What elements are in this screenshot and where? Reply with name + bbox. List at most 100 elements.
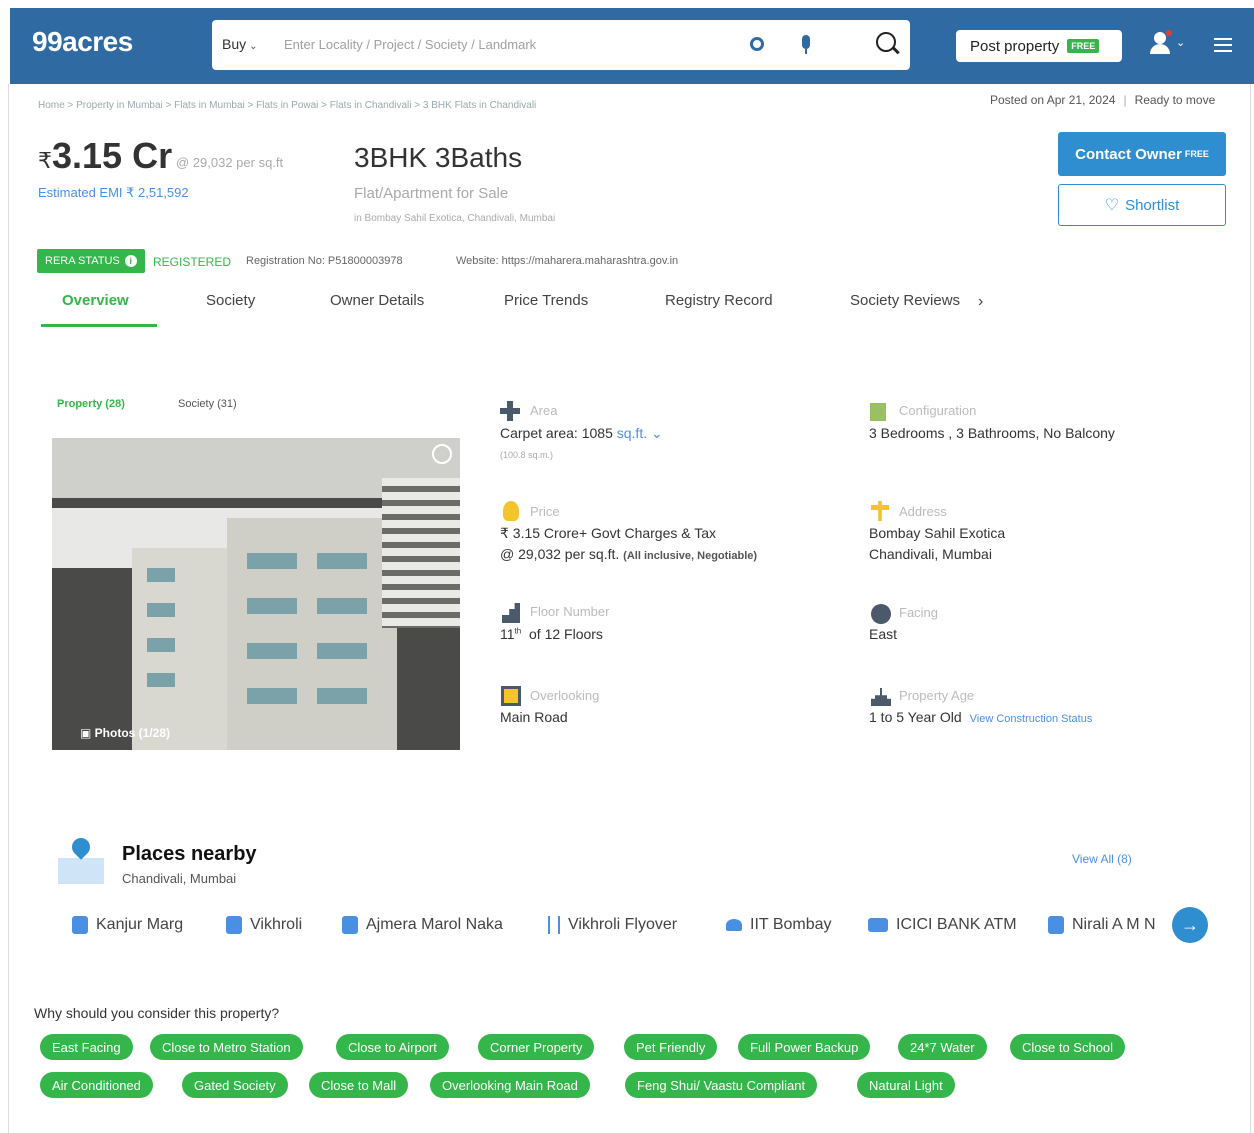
- configuration-icon: [870, 403, 886, 421]
- top-header: 99acres Buy ⌄ Enter Locality / Project / …: [10, 8, 1254, 84]
- tab-registry-record[interactable]: Registry Record: [665, 292, 773, 309]
- place-item[interactable]: Vikhroli Flyover: [548, 916, 677, 934]
- view-all-places-link[interactable]: View All (8): [1072, 852, 1132, 866]
- buy-label: Buy: [222, 36, 247, 52]
- place-item[interactable]: Nirali A M N: [1048, 916, 1156, 934]
- property-age-value: 1 to 5 Year Old View Construction Status: [869, 709, 1092, 725]
- rera-badge-label: RERA STATUS: [45, 255, 120, 267]
- feature-chip: Corner Property: [478, 1034, 595, 1060]
- price-value: ₹ 3.15 Crore+ Govt Charges & Tax: [500, 525, 717, 541]
- overlooking-label: Overlooking: [530, 688, 600, 703]
- heart-icon: ♡: [1104, 197, 1120, 214]
- breadcrumb[interactable]: Home > Property in Mumbai > Flats in Mum…: [38, 100, 536, 111]
- area-sqm: (100.8 sq.m.): [500, 450, 554, 460]
- tab-society-reviews[interactable]: Society Reviews: [850, 292, 960, 309]
- shortlist-label: Shortlist: [1125, 196, 1180, 214]
- place-item[interactable]: IIT Bombay: [726, 916, 832, 934]
- price-per-sqft: @ 29,032 per sq.ft: [176, 155, 284, 170]
- listing-price: ₹3.15 Cr: [38, 135, 172, 177]
- user-icon[interactable]: [1150, 30, 1172, 54]
- post-property-label: Post property: [970, 37, 1060, 55]
- construction-status-link[interactable]: View Construction Status: [970, 713, 1093, 725]
- place-item[interactable]: Kanjur Marg: [72, 916, 183, 934]
- tab-owner-details[interactable]: Owner Details: [330, 292, 424, 309]
- feature-chip: Close to School: [1010, 1034, 1126, 1060]
- zoom-icon[interactable]: [432, 444, 452, 464]
- feature-chip: Overlooking Main Road: [430, 1072, 590, 1098]
- chevron-down-icon[interactable]: ⌄: [1176, 36, 1185, 49]
- feature-chip: Air Conditioned: [40, 1072, 153, 1098]
- address-line-1: Bombay Sahil Exotica: [869, 525, 1006, 541]
- feature-chip: Close to Metro Station: [150, 1034, 303, 1060]
- arrow-right-icon[interactable]: →: [1172, 907, 1208, 943]
- place-item[interactable]: ICICI BANK ATM: [868, 916, 1017, 934]
- posted-date: Posted on Apr 21, 2024: [990, 93, 1116, 107]
- place-name: Nirali A M N: [1072, 916, 1156, 933]
- map-pin-icon: [58, 834, 104, 886]
- contact-owner-label: Contact Owner: [1075, 145, 1182, 163]
- place-name: Vikhroli Flyover: [568, 916, 678, 933]
- image-icon: ▣: [80, 726, 95, 740]
- floor-suffix: th: [514, 626, 522, 636]
- photo-tab-property[interactable]: Property (28): [57, 398, 125, 410]
- price-label: Price: [530, 504, 560, 519]
- property-photo[interactable]: ▣ Photos (1/28): [52, 438, 460, 750]
- chevron-right-icon[interactable]: ›: [978, 293, 983, 311]
- rera-website[interactable]: Website: https://maharera.maharashtra.go…: [456, 255, 678, 267]
- feature-chip: Natural Light: [857, 1072, 955, 1098]
- place-item[interactable]: Ajmera Marol Naka: [342, 916, 503, 934]
- rera-status-badge[interactable]: RERA STATUS i: [37, 249, 145, 273]
- free-badge: FREE: [1184, 149, 1209, 159]
- rera-registration-number: Registration No: P51800003978: [246, 255, 403, 267]
- window-icon: [501, 686, 521, 706]
- tab-price-trends[interactable]: Price Trends: [504, 292, 588, 309]
- post-property-button[interactable]: Post property FREE: [956, 30, 1122, 62]
- price-value: 3.15 Cr: [52, 135, 173, 176]
- compass-icon: [871, 604, 891, 624]
- feature-chip: Full Power Backup: [738, 1034, 871, 1060]
- shortlist-button[interactable]: ♡ Shortlist: [1058, 184, 1226, 226]
- search-bar[interactable]: Buy ⌄ Enter Locality / Project / Society …: [212, 20, 910, 70]
- tab-society[interactable]: Society: [206, 292, 255, 309]
- emi-link[interactable]: Estimated EMI ₹ 2,51,592: [38, 185, 189, 201]
- area-icon: [500, 401, 520, 421]
- atm-icon: [868, 918, 888, 932]
- location-icon[interactable]: [750, 37, 764, 51]
- listing-location: in Bombay Sahil Exotica, Chandivali, Mum…: [354, 213, 556, 224]
- train-icon: [226, 916, 242, 934]
- microphone-icon[interactable]: [802, 35, 810, 54]
- photo-tab-society[interactable]: Society (31): [178, 398, 237, 410]
- address-line-2: Chandivali, Mumbai: [869, 546, 992, 562]
- search-input[interactable]: Enter Locality / Project / Society / Lan…: [284, 37, 536, 52]
- floor-value: 11th of 12 Floors: [500, 626, 603, 642]
- place-item[interactable]: Vikhroli: [226, 916, 302, 934]
- search-icon[interactable]: [876, 32, 896, 52]
- contact-owner-button[interactable]: Contact Owner FREE: [1058, 132, 1226, 176]
- graduation-cap-icon: [726, 919, 742, 931]
- free-badge: FREE: [1067, 39, 1100, 53]
- floor-icon: [502, 603, 520, 623]
- tab-overview[interactable]: Overview: [62, 292, 129, 309]
- area-unit-dropdown[interactable]: sq.ft.: [617, 425, 647, 441]
- place-name: Kanjur Marg: [96, 916, 184, 933]
- place-name: Ajmera Marol Naka: [366, 916, 503, 933]
- rera-registered: REGISTERED: [153, 255, 232, 269]
- place-name: IIT Bombay: [750, 916, 832, 933]
- chevron-down-icon: ⌄: [249, 41, 258, 52]
- floor-label: Floor Number: [530, 604, 610, 619]
- photos-count[interactable]: ▣ Photos (1/28): [80, 726, 170, 740]
- photos-count-label: Photos (1/28): [94, 726, 171, 740]
- place-name: ICICI BANK ATM: [896, 916, 1017, 933]
- places-nearby-subtitle: Chandivali, Mumbai: [122, 871, 237, 886]
- address-label: Address: [899, 504, 947, 519]
- buy-dropdown[interactable]: Buy ⌄: [222, 36, 258, 52]
- feature-chip: Gated Society: [182, 1072, 288, 1098]
- posted-info: Posted on Apr 21, 2024 | Ready to move: [990, 93, 1216, 107]
- feature-chip: East Facing: [40, 1034, 133, 1060]
- hamburger-menu-icon[interactable]: [1214, 38, 1232, 52]
- property-age-label: Property Age: [899, 688, 975, 703]
- configuration-label: Configuration: [899, 403, 977, 418]
- info-icon[interactable]: i: [124, 255, 137, 267]
- facing-value: East: [869, 626, 898, 642]
- site-logo[interactable]: 99acres: [32, 26, 133, 58]
